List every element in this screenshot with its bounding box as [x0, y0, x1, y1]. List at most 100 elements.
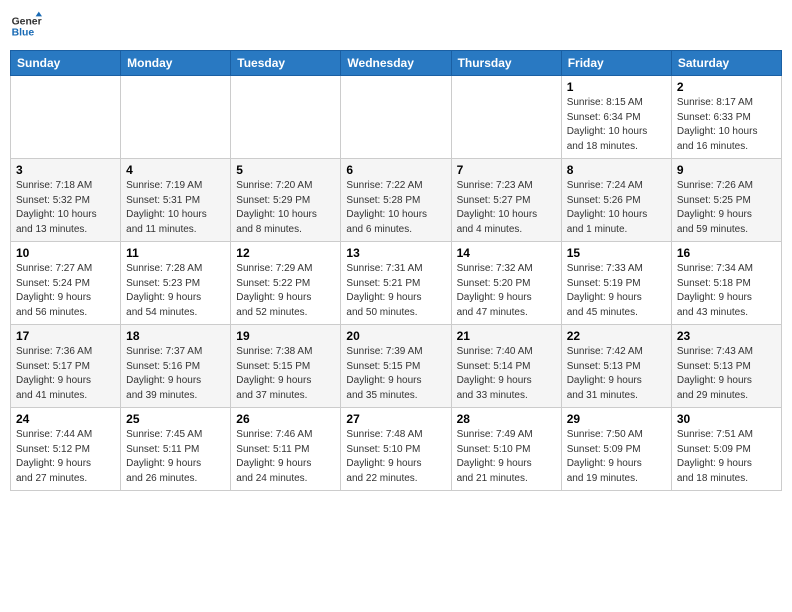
day-info: Sunrise: 7:49 AM Sunset: 5:10 PM Dayligh… — [457, 428, 556, 486]
day-info: Sunrise: 7:34 AM Sunset: 5:18 PM Dayligh… — [677, 262, 776, 320]
day-info: Sunrise: 7:29 AM Sunset: 5:22 PM Dayligh… — [236, 262, 335, 320]
day-info: Sunrise: 7:24 AM Sunset: 5:26 PM Dayligh… — [567, 179, 666, 237]
day-header-wednesday: Wednesday — [341, 51, 451, 76]
logo: General Blue — [10, 10, 42, 42]
calendar-week-row: 17 Sunrise: 7:36 AM Sunset: 5:17 PM Dayli… — [11, 325, 782, 408]
calendar-cell: 23Sunrise: 7:43 AM Sunset: 5:13 PM Dayli… — [671, 325, 781, 408]
day-header-monday: Monday — [121, 51, 231, 76]
day-number: 3 — [16, 163, 115, 177]
day-number: 7 — [457, 163, 556, 177]
logo-icon: General Blue — [10, 10, 42, 42]
calendar-cell: 13 Sunrise: 7:31 AM Sunset: 5:21 PM Dayli… — [341, 242, 451, 325]
day-number: 23 — [677, 329, 776, 343]
day-number: 9 — [677, 163, 776, 177]
calendar-week-row: 3 Sunrise: 7:18 AM Sunset: 5:32 PM Daylig… — [11, 159, 782, 242]
calendar-cell: 2 Sunrise: 8:17 AM Sunset: 6:33 PM Daylig… — [671, 76, 781, 159]
day-number: 5 — [236, 163, 335, 177]
calendar-cell: 18Sunrise: 7:37 AM Sunset: 5:16 PM Dayli… — [121, 325, 231, 408]
calendar-cell: 19 Sunrise: 7:38 AM Sunset: 5:15 PM Dayli… — [231, 325, 341, 408]
calendar-cell: 29 Sunrise: 7:50 AM Sunset: 5:09 PM Dayli… — [561, 408, 671, 491]
calendar-cell: 21 Sunrise: 7:40 AM Sunset: 5:14 PM Dayli… — [451, 325, 561, 408]
calendar-cell: 30Sunrise: 7:51 AM Sunset: 5:09 PM Dayli… — [671, 408, 781, 491]
day-number: 11 — [126, 246, 225, 260]
day-number: 2 — [677, 80, 776, 94]
day-header-saturday: Saturday — [671, 51, 781, 76]
day-info: Sunrise: 7:36 AM Sunset: 5:17 PM Dayligh… — [16, 345, 115, 403]
calendar-cell — [11, 76, 121, 159]
day-number: 28 — [457, 412, 556, 426]
calendar-cell: 14 Sunrise: 7:32 AM Sunset: 5:20 PM Dayli… — [451, 242, 561, 325]
calendar-cell: 4 Sunrise: 7:19 AM Sunset: 5:31 PM Daylig… — [121, 159, 231, 242]
day-info: Sunrise: 7:39 AM Sunset: 5:15 PM Dayligh… — [346, 345, 445, 403]
calendar-cell: 26 Sunrise: 7:46 AM Sunset: 5:11 PM Dayli… — [231, 408, 341, 491]
day-number: 17 — [16, 329, 115, 343]
day-info: Sunrise: 7:50 AM Sunset: 5:09 PM Dayligh… — [567, 428, 666, 486]
day-info: Sunrise: 8:15 AM Sunset: 6:34 PM Dayligh… — [567, 96, 666, 154]
calendar-cell: 22 Sunrise: 7:42 AM Sunset: 5:13 PM Dayli… — [561, 325, 671, 408]
calendar-cell — [451, 76, 561, 159]
calendar-cell: 6 Sunrise: 7:22 AM Sunset: 5:28 PM Daylig… — [341, 159, 451, 242]
calendar-cell: 16 Sunrise: 7:34 AM Sunset: 5:18 PM Dayli… — [671, 242, 781, 325]
day-info: Sunrise: 7:40 AM Sunset: 5:14 PM Dayligh… — [457, 345, 556, 403]
calendar-cell: 27 Sunrise: 7:48 AM Sunset: 5:10 PM Dayli… — [341, 408, 451, 491]
calendar-cell: 25 Sunrise: 7:45 AM Sunset: 5:11 PM Dayli… — [121, 408, 231, 491]
day-info: Sunrise: 7:23 AM Sunset: 5:27 PM Dayligh… — [457, 179, 556, 237]
calendar-cell: 12 Sunrise: 7:29 AM Sunset: 5:22 PM Dayli… — [231, 242, 341, 325]
calendar-cell: 9Sunrise: 7:26 AM Sunset: 5:25 PM Daylig… — [671, 159, 781, 242]
day-number: 4 — [126, 163, 225, 177]
day-number: 21 — [457, 329, 556, 343]
calendar-cell: 8 Sunrise: 7:24 AM Sunset: 5:26 PM Daylig… — [561, 159, 671, 242]
day-info: Sunrise: 7:22 AM Sunset: 5:28 PM Dayligh… — [346, 179, 445, 237]
day-info: Sunrise: 7:44 AM Sunset: 5:12 PM Dayligh… — [16, 428, 115, 486]
day-info: Sunrise: 7:48 AM Sunset: 5:10 PM Dayligh… — [346, 428, 445, 486]
svg-text:Blue: Blue — [12, 28, 35, 39]
day-info: Sunrise: 7:42 AM Sunset: 5:13 PM Dayligh… — [567, 345, 666, 403]
calendar-cell: 24Sunrise: 7:44 AM Sunset: 5:12 PM Dayli… — [11, 408, 121, 491]
day-info: Sunrise: 7:37 AM Sunset: 5:16 PM Dayligh… — [126, 345, 225, 403]
day-info: Sunrise: 7:32 AM Sunset: 5:20 PM Dayligh… — [457, 262, 556, 320]
day-info: Sunrise: 8:17 AM Sunset: 6:33 PM Dayligh… — [677, 96, 776, 154]
day-number: 29 — [567, 412, 666, 426]
calendar-header-row: SundayMondayTuesdayWednesdayThursdayFrid… — [11, 51, 782, 76]
day-number: 12 — [236, 246, 335, 260]
day-info: Sunrise: 7:46 AM Sunset: 5:11 PM Dayligh… — [236, 428, 335, 486]
calendar-cell — [341, 76, 451, 159]
day-number: 13 — [346, 246, 445, 260]
day-header-sunday: Sunday — [11, 51, 121, 76]
calendar-cell: 7 Sunrise: 7:23 AM Sunset: 5:27 PM Daylig… — [451, 159, 561, 242]
calendar-cell: 11Sunrise: 7:28 AM Sunset: 5:23 PM Dayli… — [121, 242, 231, 325]
day-info: Sunrise: 7:20 AM Sunset: 5:29 PM Dayligh… — [236, 179, 335, 237]
day-info: Sunrise: 7:18 AM Sunset: 5:32 PM Dayligh… — [16, 179, 115, 237]
day-number: 6 — [346, 163, 445, 177]
day-info: Sunrise: 7:19 AM Sunset: 5:31 PM Dayligh… — [126, 179, 225, 237]
day-number: 1 — [567, 80, 666, 94]
day-info: Sunrise: 7:27 AM Sunset: 5:24 PM Dayligh… — [16, 262, 115, 320]
calendar-week-row: 10 Sunrise: 7:27 AM Sunset: 5:24 PM Dayli… — [11, 242, 782, 325]
day-number: 10 — [16, 246, 115, 260]
day-info: Sunrise: 7:38 AM Sunset: 5:15 PM Dayligh… — [236, 345, 335, 403]
day-header-tuesday: Tuesday — [231, 51, 341, 76]
calendar-cell: 20 Sunrise: 7:39 AM Sunset: 5:15 PM Dayli… — [341, 325, 451, 408]
day-number: 27 — [346, 412, 445, 426]
calendar-cell — [121, 76, 231, 159]
day-info: Sunrise: 7:31 AM Sunset: 5:21 PM Dayligh… — [346, 262, 445, 320]
day-number: 26 — [236, 412, 335, 426]
calendar-week-row: 1 Sunrise: 8:15 AM Sunset: 6:34 PM Daylig… — [11, 76, 782, 159]
calendar-cell: 1 Sunrise: 8:15 AM Sunset: 6:34 PM Daylig… — [561, 76, 671, 159]
day-info: Sunrise: 7:45 AM Sunset: 5:11 PM Dayligh… — [126, 428, 225, 486]
calendar-cell: 5 Sunrise: 7:20 AM Sunset: 5:29 PM Daylig… — [231, 159, 341, 242]
day-number: 30 — [677, 412, 776, 426]
calendar-cell: 10 Sunrise: 7:27 AM Sunset: 5:24 PM Dayli… — [11, 242, 121, 325]
page-header: General Blue — [10, 10, 782, 42]
calendar-cell: 17 Sunrise: 7:36 AM Sunset: 5:17 PM Dayli… — [11, 325, 121, 408]
day-number: 19 — [236, 329, 335, 343]
day-number: 16 — [677, 246, 776, 260]
svg-text:General: General — [12, 16, 42, 27]
day-number: 20 — [346, 329, 445, 343]
calendar-cell: 28 Sunrise: 7:49 AM Sunset: 5:10 PM Dayli… — [451, 408, 561, 491]
day-number: 8 — [567, 163, 666, 177]
calendar-cell — [231, 76, 341, 159]
day-number: 14 — [457, 246, 556, 260]
day-number: 22 — [567, 329, 666, 343]
day-number: 25 — [126, 412, 225, 426]
